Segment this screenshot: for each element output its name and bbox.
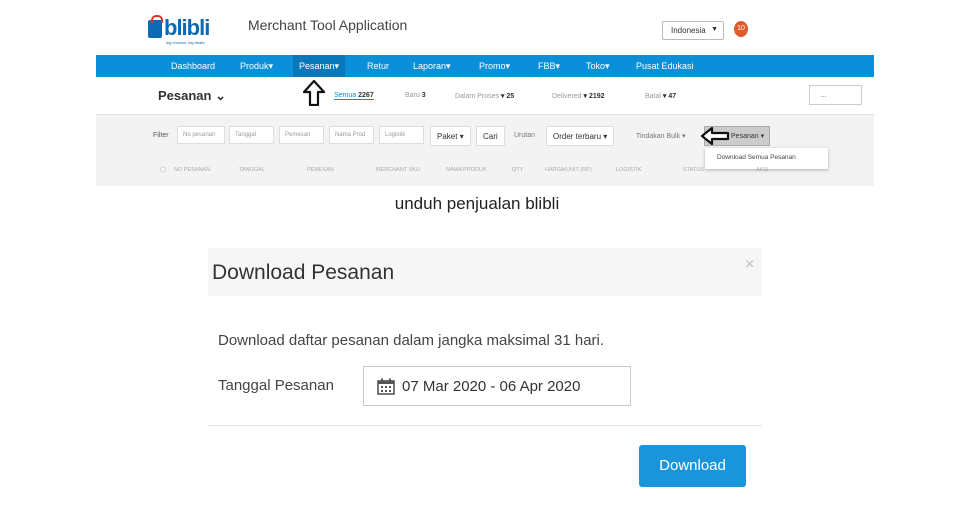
filter-bar: Filter No pesanan Tanggal Pemesan Nama P…	[96, 115, 874, 186]
filter-tanggal[interactable]: Tanggal	[229, 126, 274, 144]
download-button[interactable]: Download	[639, 445, 746, 487]
status-label: Dalam Proses	[455, 93, 499, 100]
urutan-value: Order terbaru	[553, 132, 602, 141]
status-count: 25	[506, 93, 515, 100]
status-label: Batal	[645, 93, 661, 100]
nav-item-dashboard[interactable]: Dashboard	[171, 55, 215, 77]
col-aksi: AKSI	[756, 167, 769, 173]
status-tab-baru[interactable]: Baru 3	[405, 92, 426, 99]
chevron-down-icon: ▼	[711, 26, 718, 33]
status-tab-delivered[interactable]: Delivered ▾ 2192	[552, 92, 605, 100]
col-nama-produk: NAMA PRODUK	[446, 167, 487, 173]
filter-nama-produk[interactable]: Nama Prod	[329, 126, 374, 144]
logo-text: blibli	[164, 15, 210, 40]
modal-header: Download Pesanan ×	[208, 248, 762, 296]
language-value: Indonesia	[671, 26, 706, 35]
orders-title: Pesanan	[158, 88, 212, 103]
paket-label: Paket	[437, 132, 458, 141]
col-status: STATUS	[683, 167, 704, 173]
caption: unduh penjualan blibli	[394, 194, 560, 213]
date-label: Tanggal Pesanan	[218, 377, 334, 394]
header-bar: blibli big choices. big deals. Merchant …	[96, 0, 874, 54]
app-title: Merchant Tool Application	[248, 17, 408, 33]
orders-title-dropdown[interactable]: Pesanan ⌄	[158, 88, 226, 104]
arrow-left-icon	[700, 126, 730, 146]
logo-subtext: big choices. big deals.	[166, 40, 206, 45]
status-tab-semua[interactable]: Semua 2267	[334, 92, 374, 100]
orders-header: Pesanan ⌄ Semua 2267 Baru 3 Dalam Proses…	[96, 77, 874, 115]
download-semua-pesanan-menu-item[interactable]: Download Semua Pesanan	[705, 148, 828, 169]
col-pemesan: PEMESAN	[307, 167, 334, 173]
nav-item-pusat-edukasi[interactable]: Pusat Edukasi	[636, 55, 694, 77]
modal-description: Download daftar pesanan dalam jangka mak…	[218, 332, 605, 349]
col-merchant-sku: MERCHANT SKU	[376, 167, 420, 173]
nav-item-promo[interactable]: Promo▾	[479, 55, 510, 77]
notification-badge[interactable]: 10	[734, 21, 748, 37]
divider	[208, 425, 762, 426]
cari-button[interactable]: Cari	[476, 126, 505, 146]
filter-no-pesanan[interactable]: No pesanan	[177, 126, 225, 144]
nav-item-retur[interactable]: Retur	[367, 55, 389, 77]
urutan-label: Urutan	[514, 132, 536, 139]
blibli-logo[interactable]: blibli big choices. big deals.	[148, 15, 210, 45]
tindakan-label: Tindakan Bulk	[636, 133, 681, 140]
status-count: 2192	[589, 93, 605, 100]
search-input[interactable]: ...	[809, 85, 862, 105]
filter-logistik[interactable]: Logistik	[379, 126, 424, 144]
filter-pemesan[interactable]: Pemesan	[279, 126, 324, 144]
nav-item-toko[interactable]: Toko▾	[586, 55, 610, 77]
close-icon[interactable]: ×	[745, 256, 754, 274]
date-value: 07 Mar 2020 - 06 Apr 2020	[402, 378, 581, 395]
table-checkbox[interactable]: ◯	[160, 167, 166, 173]
status-label: Semua	[334, 92, 357, 99]
nav-item-produk[interactable]: Produk▾	[240, 55, 273, 77]
chevron-down-icon: ⌄	[215, 88, 227, 103]
status-label: Baru	[405, 92, 420, 99]
nav-item-laporan[interactable]: Laporan▾	[413, 55, 451, 77]
merchant-screenshot: blibli big choices. big deals. Merchant …	[96, 0, 874, 186]
tindakan-bulk-dropdown[interactable]: Tindakan Bulk ▾	[636, 132, 686, 140]
nav-item-fbb[interactable]: FBB▾	[538, 55, 560, 77]
filter-label: Filter	[153, 132, 169, 139]
shopping-bag-icon	[148, 15, 163, 38]
col-harga-unit: HARGA/UNIT (RP)	[545, 167, 592, 173]
date-range-input[interactable]: 07 Mar 2020 - 06 Apr 2020	[363, 366, 631, 406]
arrow-up-icon	[302, 80, 326, 106]
status-count: 3	[421, 92, 426, 99]
urutan-dropdown[interactable]: Order terbaru ▾	[546, 126, 615, 146]
nav-item-pesanan[interactable]: Pesanan▾	[293, 55, 346, 77]
paket-dropdown[interactable]: Paket ▾	[430, 126, 471, 146]
main-nav: Dashboard Produk▾ Pesanan▾ Retur Laporan…	[96, 55, 874, 77]
col-logistik: LOGISTIK	[616, 167, 642, 173]
download-pesanan-modal: Download Pesanan × Download daftar pesan…	[208, 248, 762, 498]
col-qty: QTY	[512, 167, 524, 173]
modal-title: Download Pesanan	[212, 261, 395, 284]
status-count: 2267	[358, 92, 374, 99]
col-no-pesanan: NO PESANAN	[174, 167, 211, 173]
status-count: 47	[668, 93, 677, 100]
status-tab-batal[interactable]: Batal ▾ 47	[645, 92, 676, 100]
status-label: Delivered	[552, 93, 582, 100]
calendar-icon	[377, 378, 395, 395]
status-tab-dalam-proses[interactable]: Dalam Proses ▾ 25	[455, 92, 514, 100]
col-tanggal: TANGGAL	[239, 167, 265, 173]
language-select[interactable]: Indonesia ▼	[662, 21, 724, 40]
